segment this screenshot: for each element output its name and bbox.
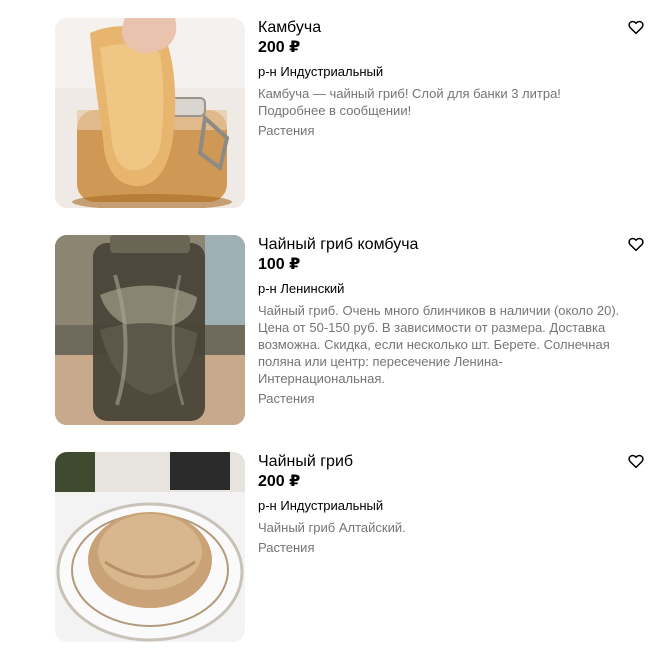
listing-category: Растения: [258, 123, 315, 138]
listing-category: Растения: [258, 540, 315, 555]
listing-title[interactable]: Чайный гриб комбуча: [258, 235, 628, 255]
listing-price: 200 ₽: [258, 473, 301, 490]
listing-info: Чайный гриб 200 ₽ р-н Индустриальный Чай…: [258, 452, 628, 556]
listing-price: 100 ₽: [258, 256, 301, 273]
heart-icon[interactable]: [627, 18, 645, 36]
listing-info: Чайный гриб комбуча 100 ₽ р-н Ленинский …: [258, 235, 628, 407]
listing-description: Камбуча — чайный гриб! Слой для банки 3 …: [258, 86, 561, 118]
listing-photo[interactable]: [55, 235, 245, 425]
listing-photo[interactable]: [55, 452, 245, 642]
listing-info: Камбуча 200 ₽ р-н Индустриальный Камбуча…: [258, 18, 628, 139]
heart-icon[interactable]: [627, 235, 645, 253]
listing-category: Растения: [258, 391, 315, 406]
listing-district: р-н Ленинский: [258, 281, 345, 296]
listing-title[interactable]: Камбуча: [258, 18, 628, 38]
listing-title[interactable]: Чайный гриб: [258, 452, 628, 472]
listing-description: Чайный гриб. Очень много блинчиков в нал…: [258, 303, 620, 386]
listing-district: р-н Индустриальный: [258, 498, 384, 513]
listing-photo[interactable]: [55, 18, 245, 208]
heart-icon[interactable]: [627, 452, 645, 470]
listing-price: 200 ₽: [258, 39, 301, 56]
listing-district: р-н Индустриальный: [258, 64, 384, 79]
listing-description: Чайный гриб Алтайский.: [258, 520, 406, 535]
